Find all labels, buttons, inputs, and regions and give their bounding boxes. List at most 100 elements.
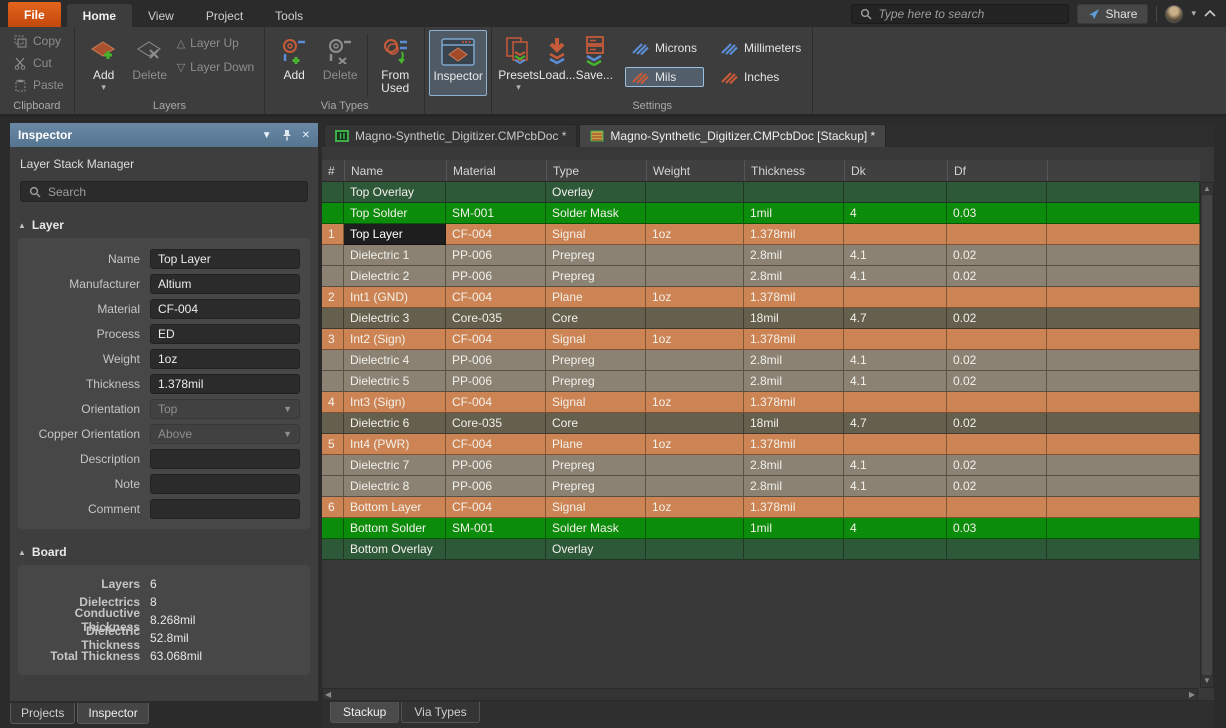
cell-material[interactable]: CF-004 [446,497,546,518]
cell-dk[interactable] [844,224,947,245]
scroll-up-icon[interactable]: ▲ [1203,185,1211,193]
cell-filler[interactable] [1047,224,1200,245]
cell-filler[interactable] [1047,371,1200,392]
note-field[interactable] [150,474,300,494]
cell-filler[interactable] [1047,455,1200,476]
cell-dk[interactable]: 4.7 [844,308,947,329]
stackup-row[interactable]: 2Int1 (GND)CF-004Plane1oz1.378mil [322,287,1200,308]
cell-material[interactable]: PP-006 [446,266,546,287]
cell-df[interactable]: 0.02 [947,308,1047,329]
cell-weight[interactable] [646,350,744,371]
cell-thickness[interactable]: 1.378mil [744,434,844,455]
cell-thickness[interactable]: 1.378mil [744,329,844,350]
cell-thickness[interactable] [744,182,844,203]
cell-name[interactable]: Top Layer [344,224,446,245]
cell-dk[interactable]: 4.7 [844,413,947,434]
cell-filler[interactable] [1047,308,1200,329]
cell-thickness[interactable] [744,539,844,560]
global-search-input[interactable]: Type here to search [851,4,1069,24]
cell-name[interactable]: Bottom Layer [344,497,446,518]
unit-mils-button[interactable]: Mils [625,67,704,87]
description-field[interactable] [150,449,300,469]
cell-thickness[interactable]: 2.8mil [744,455,844,476]
cell-thickness[interactable]: 2.8mil [744,476,844,497]
column-header-df[interactable]: Df [947,160,1047,181]
cell-type[interactable]: Overlay [546,539,646,560]
cell-material[interactable]: SM-001 [446,518,546,539]
name-field[interactable]: Top Layer [150,249,300,269]
save-button[interactable]: Save... [576,30,613,82]
cell-name[interactable]: Int2 (Sign) [344,329,446,350]
cell-weight[interactable]: 1oz [646,392,744,413]
cell-weight[interactable]: 1oz [646,287,744,308]
cell-type[interactable]: Core [546,413,646,434]
cell-df[interactable] [947,224,1047,245]
cell-material[interactable]: SM-001 [446,203,546,224]
cell-num[interactable] [322,308,344,329]
cell-name[interactable]: Top Overlay [344,182,446,203]
cell-filler[interactable] [1047,539,1200,560]
cell-filler[interactable] [1047,476,1200,497]
layer-up-button[interactable]: △ Layer Up [177,36,255,50]
cell-dk[interactable] [844,287,947,308]
cell-dk[interactable] [844,392,947,413]
cell-filler[interactable] [1047,266,1200,287]
menu-tab-view[interactable]: View [132,4,190,27]
cell-material[interactable]: CF-004 [446,224,546,245]
cell-name[interactable]: Dielectric 6 [344,413,446,434]
cell-filler[interactable] [1047,203,1200,224]
stackup-row[interactable]: Dielectric 1PP-006Prepreg2.8mil4.10.02 [322,245,1200,266]
cell-thickness[interactable]: 18mil [744,413,844,434]
cell-dk[interactable]: 4.1 [844,371,947,392]
cell-type[interactable]: Prepreg [546,350,646,371]
cell-num[interactable]: 3 [322,329,344,350]
cell-material[interactable]: CF-004 [446,287,546,308]
cell-thickness[interactable]: 1.378mil [744,224,844,245]
thickness-field[interactable]: 1.378mil [150,374,300,394]
layer-down-button[interactable]: ▽ Layer Down [177,60,255,74]
cell-df[interactable] [947,434,1047,455]
add-layer-button[interactable]: Add ▾ [81,30,127,93]
cell-df[interactable]: 0.02 [947,413,1047,434]
cell-dk[interactable]: 4.1 [844,350,947,371]
cell-type[interactable]: Prepreg [546,476,646,497]
sheet-tab-stackup[interactable]: Stackup [330,702,399,723]
cell-weight[interactable] [646,539,744,560]
cell-thickness[interactable]: 1.378mil [744,392,844,413]
column-header-[interactable]: # [322,160,344,181]
cell-type[interactable]: Plane [546,287,646,308]
from-used-button[interactable]: From Used [372,30,418,95]
presets-button[interactable]: Presets ▾ [498,30,539,93]
unit-microns-button[interactable]: Microns [625,38,704,58]
column-header-name[interactable]: Name [344,160,446,181]
share-button[interactable]: Share [1077,4,1148,24]
inspector-panel-header[interactable]: Inspector ▼ ✕ [10,123,318,147]
cell-name[interactable]: Int1 (GND) [344,287,446,308]
menu-tab-home[interactable]: Home [67,4,132,27]
cell-thickness[interactable]: 1.378mil [744,287,844,308]
stackup-row[interactable]: Dielectric 2PP-006Prepreg2.8mil4.10.02 [322,266,1200,287]
stackup-row[interactable]: Top Overlay Overlay [322,182,1200,203]
cell-material[interactable]: PP-006 [446,245,546,266]
cell-type[interactable]: Signal [546,497,646,518]
weight-field[interactable]: 1oz [150,349,300,369]
cell-thickness[interactable]: 2.8mil [744,371,844,392]
cell-num[interactable] [322,413,344,434]
cell-df[interactable]: 0.02 [947,245,1047,266]
close-icon[interactable]: ✕ [302,130,310,141]
file-button[interactable]: File [8,2,61,27]
cell-df[interactable]: 0.03 [947,518,1047,539]
cell-type[interactable]: Prepreg [546,455,646,476]
cell-type[interactable]: Plane [546,434,646,455]
cell-num[interactable] [322,266,344,287]
stackup-row[interactable]: Dielectric 5PP-006Prepreg2.8mil4.10.02 [322,371,1200,392]
delete-layer-button[interactable]: Delete [127,30,173,82]
stackup-row[interactable]: 3Int2 (Sign)CF-004Signal1oz1.378mil [322,329,1200,350]
cell-type[interactable]: Overlay [546,182,646,203]
cell-weight[interactable] [646,203,744,224]
delete-via-button[interactable]: Delete [317,30,363,82]
board-section-header[interactable]: ▲ Board [10,529,318,565]
stackup-row[interactable]: Dielectric 7PP-006Prepreg2.8mil4.10.02 [322,455,1200,476]
paste-button[interactable]: Paste [14,76,64,94]
scrollbar-thumb[interactable] [1202,195,1212,675]
